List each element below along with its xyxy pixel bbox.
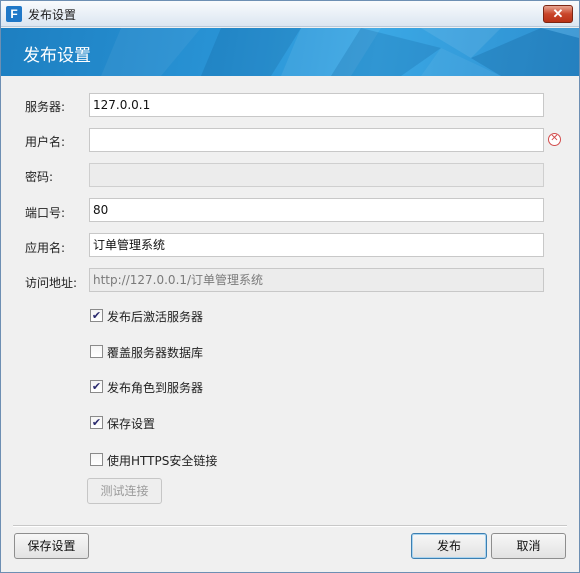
option-label: 发布角色到服务器 (107, 381, 204, 395)
username-label: 用户名: (25, 135, 66, 149)
server-label: 服务器: (25, 100, 66, 114)
server-input[interactable]: 127.0.0.1 (89, 93, 544, 117)
cancel-button[interactable]: 取消 (491, 533, 566, 559)
header-banner: 发布设置 (1, 28, 579, 76)
publish-button[interactable]: 发布 (411, 533, 487, 559)
error-icon: ✕ (548, 133, 561, 146)
option-label: 使用HTTPS安全链接 (107, 454, 218, 468)
checkbox[interactable]: ✔ (90, 309, 103, 322)
port-label: 端口号: (25, 206, 66, 220)
header-title: 发布设置 (23, 46, 91, 66)
checkbox[interactable] (90, 345, 103, 358)
close-button[interactable]: ✕ (543, 5, 573, 23)
checkbox[interactable]: ✔ (90, 416, 103, 429)
title-bar: F 发布设置 ✕ (1, 1, 579, 27)
access-url-label: 访问地址: (25, 276, 78, 290)
option-label: 覆盖服务器数据库 (107, 346, 204, 360)
app-logo-icon: F (6, 6, 22, 22)
option-label: 保存设置 (107, 417, 156, 431)
username-input[interactable] (89, 128, 544, 152)
app-name-input[interactable]: 订单管理系统 (89, 233, 544, 257)
password-label: 密码: (25, 170, 54, 184)
port-input[interactable]: 80 (89, 198, 544, 222)
option-label: 发布后激活服务器 (107, 310, 204, 324)
publish-settings-dialog: F 发布设置 ✕ 发布设置 服务器: 127.0.0.1 用户名: ✕ 密码: … (0, 0, 580, 573)
footer-divider (13, 525, 567, 527)
checkbox[interactable] (90, 453, 103, 466)
test-connection-button[interactable]: 测试连接 (87, 478, 162, 504)
access-url-field: http://127.0.0.1/订单管理系统 (89, 268, 544, 292)
save-settings-button[interactable]: 保存设置 (14, 533, 89, 559)
window-title: 发布设置 (28, 8, 77, 22)
checkbox[interactable]: ✔ (90, 380, 103, 393)
password-input[interactable] (89, 163, 544, 187)
app-name-label: 应用名: (25, 241, 66, 255)
